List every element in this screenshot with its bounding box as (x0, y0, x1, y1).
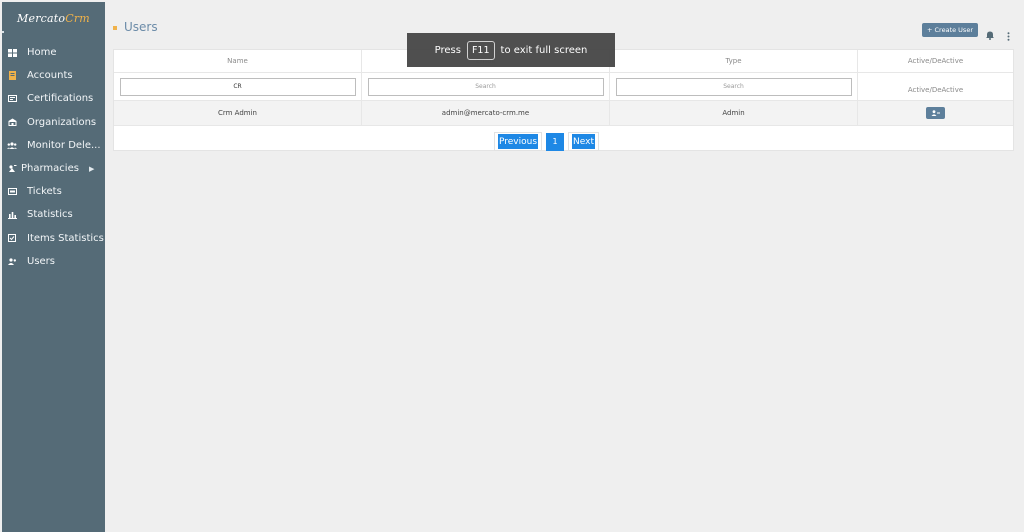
pagination: Previous 1 Next (494, 132, 600, 151)
type-filter-input[interactable] (615, 77, 852, 96)
previous-wrap: Previous (494, 132, 543, 151)
sidebar-item-label: Users (27, 255, 56, 267)
sidebar-item-label: Certifications (27, 93, 94, 105)
sidebar-item-label: Items Statistics (27, 232, 104, 244)
table-filter-row: Active/DeActive (114, 73, 1013, 101)
more-options-icon[interactable] (1007, 26, 1010, 41)
app-logo[interactable]: Mercato Crm (2, 2, 105, 34)
sidebar-nav: Home Accounts Certifications Organizatio… (2, 41, 105, 273)
sidebar-item-label: Monitor Dele... (27, 139, 101, 151)
sidebar-item-users[interactable]: Users (2, 250, 105, 273)
title-marker-icon (113, 26, 117, 30)
user-type-cell: Admin (610, 101, 858, 125)
user-toggle-icon (931, 110, 940, 116)
sidebar-item-pharmacies[interactable]: Pharmacies ▶ (2, 157, 105, 180)
logo-accent: Crm (65, 11, 90, 25)
page-1-button[interactable]: 1 (546, 132, 565, 151)
bar-chart-icon (7, 210, 17, 220)
user-email-cell: admin@mercato-crm.me (362, 101, 610, 125)
user-active-cell (858, 101, 1013, 125)
filter-cell-type (610, 73, 858, 100)
next-page-button[interactable]: Next (572, 134, 596, 149)
sidebar-item-label: Accounts (27, 70, 73, 82)
users-group-icon (7, 140, 17, 150)
name-filter-input[interactable] (119, 77, 356, 96)
home-grid-icon (7, 48, 17, 58)
page-title: Users (124, 20, 158, 34)
f11-key-badge: F11 (466, 40, 495, 60)
sidebar-item-label: Pharmacies (21, 163, 79, 175)
accounts-icon (7, 71, 17, 81)
sidebar-item-accounts[interactable]: Accounts (2, 64, 105, 87)
sidebar-item-statistics[interactable]: Statistics (2, 203, 105, 226)
sidebar-item-organizations[interactable]: Organizations (2, 111, 105, 134)
decorative-dot (2, 31, 4, 33)
toast-message-text: to exit full screen (500, 44, 588, 56)
sidebar-item-label: Tickets (27, 186, 62, 198)
caret-right-icon: ▶ (88, 164, 95, 173)
toggle-active-button[interactable] (926, 107, 945, 119)
column-header-name[interactable]: Name (114, 50, 362, 72)
building-icon (7, 117, 17, 127)
email-filter-input[interactable] (367, 77, 604, 96)
sidebar-item-monitor-delegates[interactable]: Monitor Dele... (2, 134, 105, 157)
sidebar-item-certifications[interactable]: Certifications (2, 87, 105, 110)
certificate-icon (7, 94, 17, 104)
checkbox-icon (7, 233, 17, 243)
filter-cell-email (362, 73, 610, 100)
table-row[interactable]: Crm Admin admin@mercato-crm.me Admin (114, 101, 1013, 126)
sidebar-item-label: Home (27, 47, 57, 59)
sidebar-item-items-statistics[interactable]: Items Statistics (2, 227, 105, 250)
toast-press-text: Press (434, 44, 461, 56)
logo-main: Mercato (17, 11, 66, 25)
user-name-cell: Crm Admin (114, 101, 362, 125)
fullscreen-toast: Press F11 to exit full screen (407, 33, 615, 67)
ticket-icon (7, 187, 17, 197)
filter-cell-active: Active/DeActive (907, 85, 964, 94)
sidebar-item-label: Statistics (27, 209, 73, 221)
previous-page-button[interactable]: Previous (498, 134, 539, 149)
bell-icon[interactable] (985, 25, 995, 40)
sidebar-item-tickets[interactable]: Tickets (2, 180, 105, 203)
create-user-button[interactable]: + Create User (922, 23, 978, 37)
sidebar: Mercato Crm Home Accounts Certifications … (2, 2, 105, 532)
filter-cell-name (114, 73, 362, 100)
pharmacy-icon (7, 164, 17, 174)
user-icon (7, 256, 17, 266)
column-header-type[interactable]: Type (610, 50, 858, 72)
column-header-active[interactable]: Active/DeActive (858, 50, 1013, 72)
next-wrap: Next (568, 132, 600, 151)
sidebar-item-label: Organizations (27, 116, 97, 128)
sidebar-item-home[interactable]: Home (2, 41, 105, 64)
